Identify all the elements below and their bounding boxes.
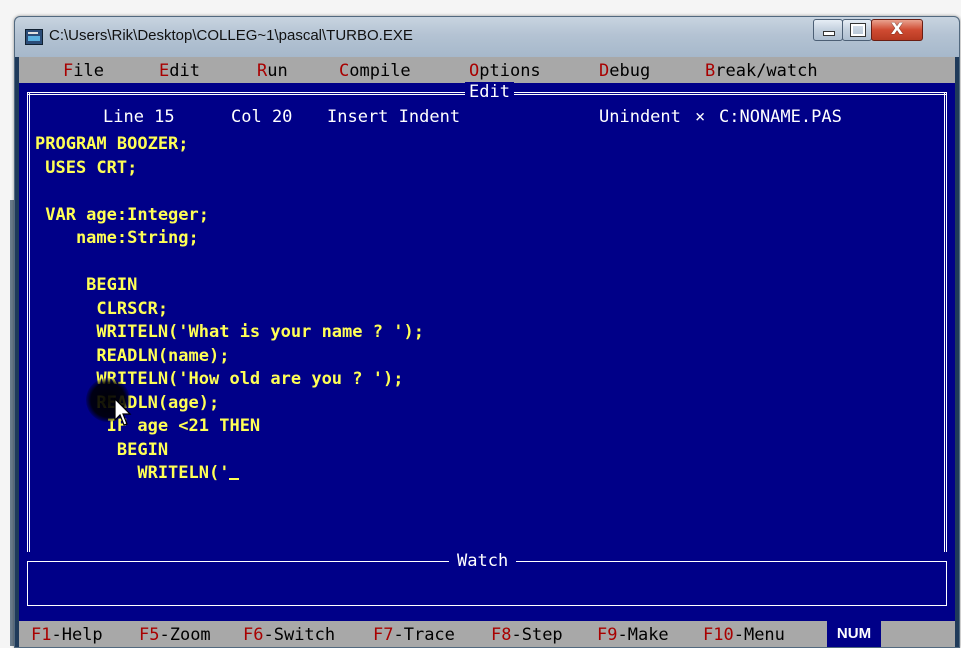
code-editor[interactable]: PROGRAM BOOZER; USES CRT; VAR age:Intege…: [35, 133, 424, 486]
fkey-help-label: -Help: [51, 625, 103, 645]
menu-compile-label: ompile: [349, 61, 411, 81]
fkey-menu-label: -Menu: [733, 625, 785, 645]
fkey-help-key: F1: [31, 625, 52, 645]
code-line[interactable]: [35, 251, 424, 275]
close-button[interactable]: X: [871, 19, 923, 41]
menu-run-label: un: [267, 61, 288, 81]
menu-debug-hotkey: D: [599, 61, 610, 81]
cursor-column: Col 20: [231, 107, 293, 127]
close-icon: X: [890, 19, 904, 38]
modified-marker: ×: [695, 107, 706, 127]
code-line[interactable]: PROGRAM BOOZER;: [35, 133, 424, 157]
maximize-icon: [850, 23, 866, 37]
menu-edit[interactable]: Edit: [159, 61, 200, 81]
menu-break-watch-label: reak/watch: [715, 61, 818, 81]
menu-break-watch[interactable]: Break/watch: [705, 61, 818, 81]
menu-run[interactable]: Run: [257, 61, 288, 81]
menu-compile-hotkey: C: [339, 61, 350, 81]
menu-debug-label: ebug: [609, 61, 651, 81]
fkey-menu[interactable]: F10-Menu: [703, 625, 785, 645]
fkey-menu-key: F10: [703, 625, 734, 645]
menu-file[interactable]: File: [63, 61, 104, 81]
mouse-pointer-icon: [114, 398, 132, 426]
maximize-button[interactable]: [842, 19, 872, 41]
fkey-step-label: -Step: [511, 625, 563, 645]
menu-options-hotkey: O: [469, 61, 480, 81]
window-titlebar[interactable]: C:\Users\Rik\Desktop\COLLEG~1\pascal\TUR…: [15, 17, 959, 57]
fkey-trace[interactable]: F7-Trace: [373, 625, 455, 645]
menu-options-label: ptions: [479, 61, 541, 81]
menu-edit-label: dit: [169, 61, 200, 81]
text-cursor: [229, 478, 240, 480]
window-title: C:\Users\Rik\Desktop\COLLEG~1\pascal\TUR…: [49, 27, 413, 44]
code-line[interactable]: name:String;: [35, 227, 424, 251]
fkey-zoom[interactable]: F5-Zoom: [139, 625, 211, 645]
code-line[interactable]: [35, 180, 424, 204]
unindent-mode: Unindent: [599, 107, 681, 127]
fkey-step-key: F8: [491, 625, 512, 645]
file-name: C:NONAME.PAS: [719, 107, 842, 127]
edit-window-title: Edit: [465, 82, 514, 102]
fkey-switch-key: F6: [243, 625, 264, 645]
fkey-switch-label: -Switch: [263, 625, 336, 645]
menu-compile[interactable]: Compile: [339, 61, 411, 81]
fkey-trace-key: F7: [373, 625, 394, 645]
code-line[interactable]: BEGIN: [35, 274, 424, 298]
fkey-zoom-label: -Zoom: [159, 625, 211, 645]
code-line[interactable]: VAR age:Integer;: [35, 204, 424, 228]
fkey-zoom-key: F5: [139, 625, 160, 645]
code-line[interactable]: USES CRT;: [35, 157, 424, 181]
watch-window-right-border: [946, 561, 947, 605]
edit-window-right-border: [944, 92, 947, 552]
code-line[interactable]: IF age <21 THEN: [35, 415, 424, 439]
code-line[interactable]: WRITELN('What is your name ? ');: [35, 321, 424, 345]
fkey-trace-label: -Trace: [393, 625, 455, 645]
code-line[interactable]: READLN(name);: [35, 345, 424, 369]
menu-break-watch-hotkey: B: [705, 61, 716, 81]
num-lock-indicator: NUM: [827, 621, 881, 647]
code-line[interactable]: WRITELN(': [35, 462, 424, 486]
fkey-switch[interactable]: F6-Switch: [243, 625, 335, 645]
fkey-make[interactable]: F9-Make: [597, 625, 669, 645]
function-key-bar: F1-Help F5-Zoom F6-Switch F7-Trace F8-St…: [19, 621, 955, 647]
menu-edit-hotkey: E: [159, 61, 170, 81]
fkey-step[interactable]: F8-Step: [491, 625, 563, 645]
turbo-pascal-screen: File Edit Run Compile Options Debug Brea…: [19, 57, 955, 647]
menu-file-hotkey: F: [63, 61, 74, 81]
minimize-button[interactable]: [813, 19, 843, 41]
code-line[interactable]: CLRSCR;: [35, 298, 424, 322]
menu-run-hotkey: R: [257, 61, 268, 81]
minimize-icon: [823, 31, 835, 36]
main-menu-bar: File Edit Run Compile Options Debug Brea…: [19, 57, 955, 83]
menu-file-label: ile: [73, 61, 104, 81]
edit-window-left-border: [27, 92, 30, 552]
menu-options[interactable]: Options: [469, 61, 541, 81]
watch-window-left-border: [27, 561, 28, 605]
code-line[interactable]: BEGIN: [35, 439, 424, 463]
menu-debug[interactable]: Debug: [599, 61, 650, 81]
watch-window-bottom-border: [27, 605, 947, 606]
console-app-icon: [25, 29, 43, 45]
editor-modes: Insert Indent: [327, 107, 461, 127]
console-window: C:\Users\Rik\Desktop\COLLEG~1\pascal\TUR…: [14, 16, 960, 648]
fkey-make-key: F9: [597, 625, 618, 645]
cursor-line: Line 15: [103, 107, 175, 127]
fkey-help[interactable]: F1-Help: [31, 625, 103, 645]
fkey-make-label: -Make: [617, 625, 669, 645]
watch-window-title: Watch: [449, 551, 517, 571]
